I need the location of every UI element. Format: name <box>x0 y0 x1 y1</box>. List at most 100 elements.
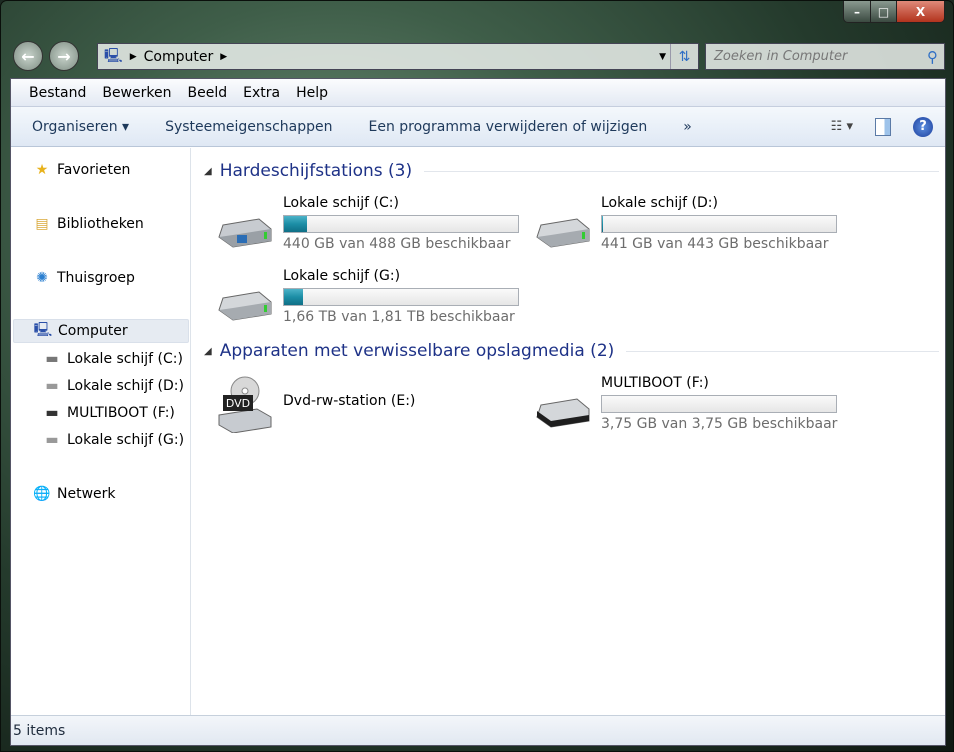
arrow-left-icon: ← <box>21 46 35 66</box>
help-button[interactable]: ? <box>913 116 933 137</box>
nav-label: MULTIBOOT (F:) <box>67 405 175 421</box>
menu-bar: Bestand Bewerken Beeld Extra Help <box>11 79 945 107</box>
nav-network[interactable]: 🌐 Netwerk <box>33 482 116 506</box>
drive-usage-bar <box>601 215 837 233</box>
address-bar[interactable]: 🖳 ▶ Computer ▶ ▼ ⇅ <box>97 43 699 70</box>
nav-drive-g[interactable]: ▬ Lokale schijf (G:) <box>43 428 184 452</box>
drive-space-info: 3,75 GB van 3,75 GB beschikbaar <box>601 416 838 432</box>
nav-homegroup[interactable]: ✺ Thuisgroep <box>33 266 135 290</box>
group-title: Hardeschijfstations (3) <box>219 161 413 181</box>
drive-space-info: 1,66 TB van 1,81 TB beschikbaar <box>283 309 515 325</box>
nav-label: Lokale schijf (G:) <box>67 432 185 448</box>
menu-bestand[interactable]: Bestand <box>29 85 86 101</box>
system-properties-button[interactable]: Systeemeigenschappen <box>165 119 332 135</box>
uninstall-program-button[interactable]: Een programma verwijderen of wijzigen <box>368 119 647 135</box>
navigation-pane: ★ Favorieten ▤ Bibliotheken ✺ Thuisgroep 🖳 C… <box>11 148 191 717</box>
drive-usage-bar <box>283 288 519 306</box>
library-icon: ▤ <box>35 216 49 232</box>
menu-extra[interactable]: Extra <box>243 85 280 101</box>
drive-name: Dvd-rw-station (E:) <box>283 393 416 409</box>
network-globe-icon: 🌐 <box>33 486 51 502</box>
drive-usage-bar <box>283 215 519 233</box>
drive-name: MULTIBOOT (F:) <box>601 375 709 391</box>
drive-space-info: 441 GB van 443 GB beschikbaar <box>601 236 829 252</box>
hard-drive-icon <box>536 218 590 248</box>
drive-item-f[interactable]: MULTIBOOT (F:) 3,75 GB van 3,75 GB besch… <box>535 375 845 439</box>
address-dropdown-icon[interactable]: ▼ <box>659 52 666 62</box>
nav-label: Favorieten <box>57 162 131 178</box>
computer-icon: 🖳 <box>104 47 123 64</box>
drive-usage-bar <box>601 395 837 413</box>
star-icon: ★ <box>35 162 49 178</box>
back-button[interactable]: ← <box>13 41 43 71</box>
drive-space-info: 440 GB van 488 GB beschikbaar <box>283 236 511 252</box>
maximize-button[interactable]: □ <box>871 1 897 22</box>
search-icon[interactable]: ⚲ <box>927 48 938 66</box>
nav-computer[interactable]: 🖳 Computer <box>13 319 189 343</box>
nav-label: Bibliotheken <box>57 216 144 232</box>
svg-text:DVD: DVD <box>226 397 250 410</box>
system-drive-icon <box>218 218 272 248</box>
drive-usage-fill <box>602 216 604 232</box>
breadcrumb-computer[interactable]: Computer <box>144 49 214 65</box>
nav-drive-d[interactable]: ▬ Lokale schijf (D:) <box>43 374 184 398</box>
refresh-button[interactable]: ⇅ <box>670 44 698 69</box>
nav-label: Netwerk <box>57 486 116 502</box>
forward-button[interactable]: → <box>49 41 79 71</box>
change-view-button[interactable]: ☷ ▾ <box>831 119 853 134</box>
nav-label: Lokale schijf (D:) <box>67 378 184 394</box>
collapse-triangle-icon[interactable]: ◢ <box>204 166 212 177</box>
nav-label: Thuisgroep <box>57 270 135 286</box>
hard-drive-icon: ▬ <box>45 378 59 394</box>
nav-label: Computer <box>58 323 128 339</box>
nav-label: Lokale schijf (C:) <box>67 351 183 367</box>
hard-drive-icon: ▬ <box>45 432 59 448</box>
drive-item-e[interactable]: DVD Dvd-rw-station (E:) <box>217 375 527 439</box>
dvd-drive-icon: DVD <box>218 376 272 433</box>
drive-item-c[interactable]: Lokale schijf (C:) 440 GB van 488 GB bes… <box>217 195 527 259</box>
more-commands-button[interactable]: » <box>683 119 692 135</box>
drive-item-g[interactable]: Lokale schijf (G:) 1,66 TB van 1,81 TB b… <box>217 268 527 332</box>
menu-beeld[interactable]: Beeld <box>187 85 227 101</box>
drive-name: Lokale schijf (D:) <box>601 195 718 211</box>
system-drive-icon: ▬ <box>45 351 59 367</box>
arrow-right-icon: → <box>57 46 71 66</box>
drive-usage-fill <box>284 289 304 305</box>
menu-bewerken[interactable]: Bewerken <box>102 85 171 101</box>
usb-drive-icon: ▬ <box>45 405 59 421</box>
view-list-icon: ☷ <box>830 119 843 134</box>
group-header-hdd[interactable]: ◢ Hardeschijfstations (3) <box>204 161 939 181</box>
organize-button[interactable]: Organiseren ▾ <box>32 119 129 135</box>
item-count: 5 items <box>13 722 66 739</box>
computer-icon: 🖳 <box>33 322 53 338</box>
nav-libraries[interactable]: ▤ Bibliotheken <box>33 212 144 236</box>
command-bar: Organiseren ▾ Systeemeigenschappen Een p… <box>11 107 945 147</box>
drive-name: Lokale schijf (G:) <box>283 268 401 284</box>
divider <box>626 350 939 352</box>
chevron-right-icon[interactable]: ▶ <box>130 52 137 62</box>
group-header-removable[interactable]: ◢ Apparaten met verwisselbare opslagmedia… <box>204 341 939 361</box>
drive-item-d[interactable]: Lokale schijf (D:) 441 GB van 443 GB bes… <box>535 195 845 259</box>
search-input[interactable]: Zoeken in Computer ⚲ <box>705 43 945 70</box>
drive-usage-fill <box>284 216 307 232</box>
close-button[interactable]: X <box>897 1 944 22</box>
explorer-window: – □ X ← → 🖳 ▶ Computer ▶ ▼ ⇅ Zoeken in C… <box>0 0 954 752</box>
minimize-button[interactable]: – <box>844 1 871 22</box>
hard-drive-icon <box>218 291 272 321</box>
preview-pane-button[interactable] <box>875 117 891 136</box>
nav-drive-f[interactable]: ▬ MULTIBOOT (F:) <box>43 401 175 425</box>
group-title: Apparaten met verwisselbare opslagmedia … <box>219 341 615 361</box>
menu-help[interactable]: Help <box>296 85 328 101</box>
chevron-right-icon[interactable]: ▶ <box>220 52 227 62</box>
drive-name: Lokale schijf (C:) <box>283 195 399 211</box>
divider <box>424 170 939 172</box>
search-placeholder: Zoeken in Computer <box>714 49 848 64</box>
nav-favorites[interactable]: ★ Favorieten <box>33 158 131 182</box>
homegroup-icon: ✺ <box>36 270 48 286</box>
client-area: Bestand Bewerken Beeld Extra Help Organi… <box>10 78 946 746</box>
caption-buttons: – □ X <box>843 1 945 23</box>
usb-drive-icon <box>536 398 590 428</box>
nav-drive-c[interactable]: ▬ Lokale schijf (C:) <box>43 347 183 371</box>
content-pane: ◢ Hardeschijfstations (3) Lokale schijf (… <box>192 148 945 717</box>
collapse-triangle-icon[interactable]: ◢ <box>204 346 212 357</box>
